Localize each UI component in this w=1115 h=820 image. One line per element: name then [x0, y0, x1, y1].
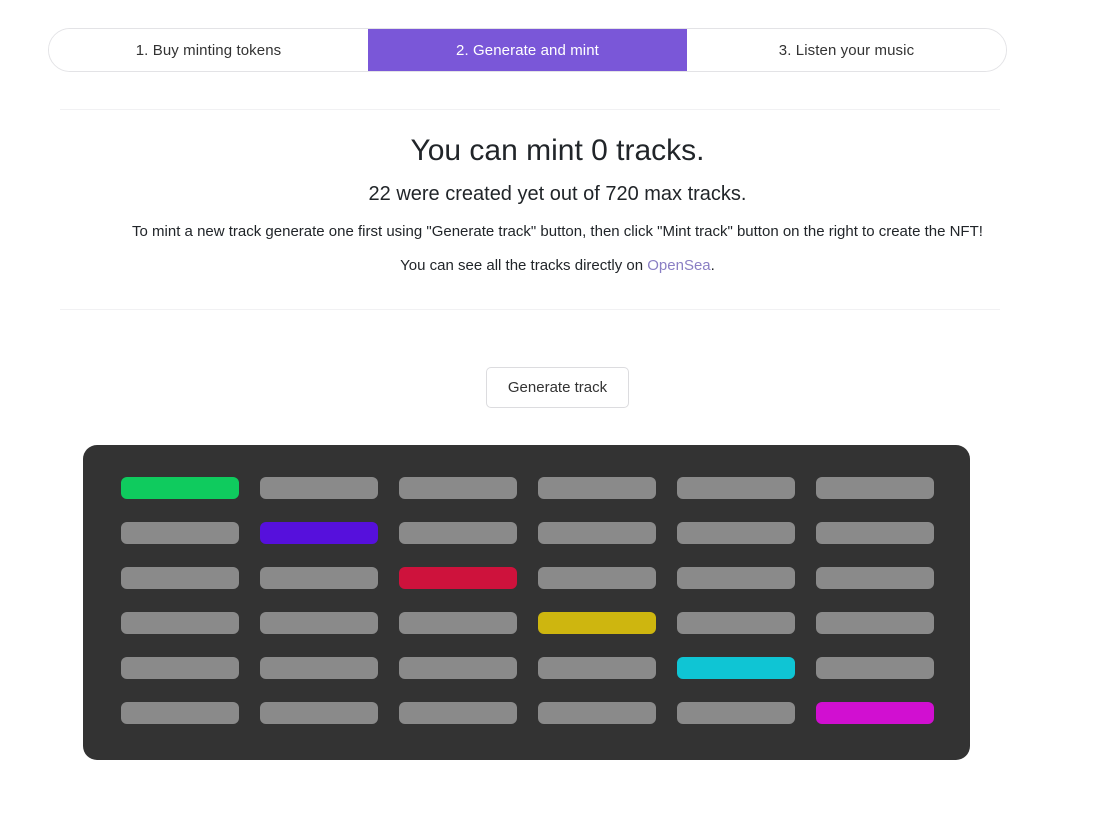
- track-cell[interactable]: [260, 567, 378, 589]
- track-cell[interactable]: [121, 522, 239, 544]
- track-cell[interactable]: [816, 477, 934, 499]
- step-tabs: 1. Buy minting tokens 2. Generate and mi…: [48, 28, 1007, 72]
- track-cell[interactable]: [538, 612, 656, 634]
- mint-info-section: You can mint 0 tracks. 22 were created y…: [0, 132, 1115, 276]
- mint-instructions: To mint a new track generate one first u…: [132, 222, 983, 240]
- tracks-panel: [83, 445, 970, 760]
- track-cell[interactable]: [677, 657, 795, 679]
- tab-listen-your-music-label: 3. Listen your music: [778, 41, 915, 59]
- track-cell[interactable]: [399, 657, 517, 679]
- divider-top: [60, 109, 1000, 110]
- track-cell[interactable]: [121, 477, 239, 499]
- track-cell[interactable]: [816, 612, 934, 634]
- track-cell[interactable]: [121, 702, 239, 724]
- track-cell[interactable]: [677, 477, 795, 499]
- track-cell[interactable]: [816, 657, 934, 679]
- track-cell[interactable]: [121, 612, 239, 634]
- page-title: You can mint 0 tracks.: [410, 134, 705, 167]
- track-cell[interactable]: [399, 522, 517, 544]
- track-cell[interactable]: [538, 702, 656, 724]
- opensea-link[interactable]: OpenSea: [647, 257, 710, 274]
- track-cell[interactable]: [121, 657, 239, 679]
- track-cell[interactable]: [260, 657, 378, 679]
- tab-generate-and-mint[interactable]: 2. Generate and mint: [368, 29, 687, 71]
- track-cell[interactable]: [677, 522, 795, 544]
- divider-bottom: [60, 309, 1000, 310]
- track-cell[interactable]: [260, 612, 378, 634]
- track-cell[interactable]: [399, 567, 517, 589]
- track-cell[interactable]: [538, 657, 656, 679]
- track-cell[interactable]: [677, 702, 795, 724]
- track-cell[interactable]: [538, 567, 656, 589]
- track-cell[interactable]: [121, 567, 239, 589]
- generate-track-button[interactable]: Generate track: [485, 367, 630, 408]
- tab-buy-minting-tokens-label: 1. Buy minting tokens: [135, 41, 282, 59]
- track-cell[interactable]: [816, 702, 934, 724]
- track-cell[interactable]: [816, 522, 934, 544]
- tab-buy-minting-tokens[interactable]: 1. Buy minting tokens: [49, 29, 368, 71]
- tracks-grid: [121, 477, 934, 724]
- track-cell[interactable]: [677, 567, 795, 589]
- track-cell[interactable]: [816, 567, 934, 589]
- generate-track-row: Generate track: [0, 367, 1115, 408]
- track-cell[interactable]: [399, 477, 517, 499]
- track-cell[interactable]: [260, 702, 378, 724]
- tab-generate-and-mint-label: 2. Generate and mint: [456, 41, 599, 59]
- track-cell[interactable]: [260, 522, 378, 544]
- track-cell[interactable]: [677, 612, 795, 634]
- tab-listen-your-music[interactable]: 3. Listen your music: [687, 29, 1006, 71]
- opensea-note-suffix: .: [710, 257, 715, 274]
- step-tabs-group: 1. Buy minting tokens 2. Generate and mi…: [48, 28, 1007, 72]
- track-cell[interactable]: [538, 477, 656, 499]
- track-cell[interactable]: [399, 702, 517, 724]
- app-root: 1. Buy minting tokens 2. Generate and mi…: [0, 0, 1115, 820]
- track-cell[interactable]: [399, 612, 517, 634]
- track-cell[interactable]: [260, 477, 378, 499]
- opensea-note-prefix: You can see all the tracks directly on: [400, 257, 648, 274]
- tracks-created-summary: 22 were created yet out of 720 max track…: [368, 182, 747, 205]
- track-cell[interactable]: [538, 522, 656, 544]
- opensea-note: You can see all the tracks directly on O…: [0, 256, 1115, 276]
